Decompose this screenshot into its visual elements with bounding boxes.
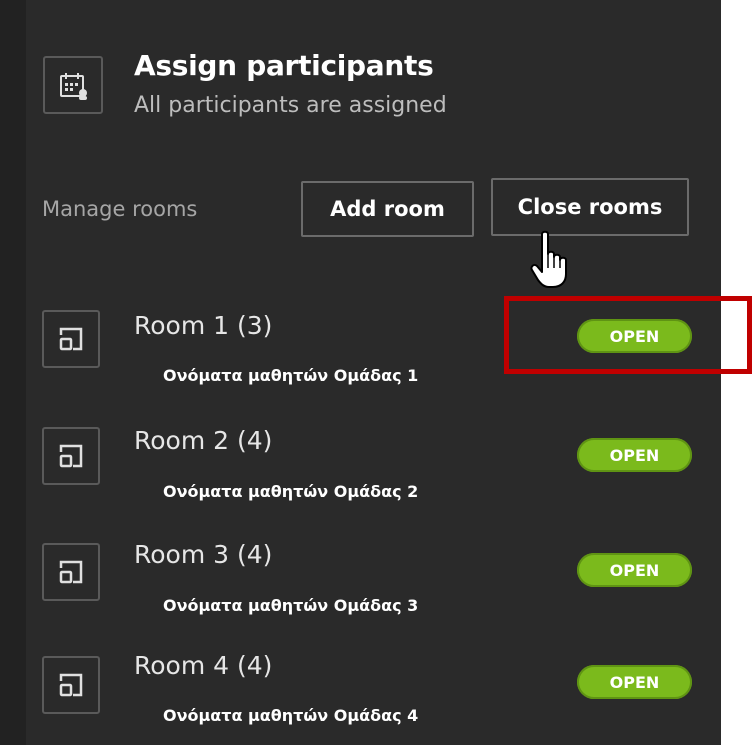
room-status-badge: OPEN <box>577 438 692 472</box>
panel-edge <box>0 0 26 745</box>
manage-rooms-label: Manage rooms <box>42 197 198 221</box>
add-room-button[interactable]: Add room <box>301 181 474 237</box>
room-status-badge: OPEN <box>577 665 692 699</box>
hand-pointer-cursor-icon <box>530 230 567 288</box>
highlight-annotation <box>504 296 752 374</box>
close-rooms-button[interactable]: Close rooms <box>491 178 689 236</box>
room-name: Room 1 (3) <box>134 311 273 340</box>
breakout-room-icon <box>42 427 100 485</box>
room-status-badge: OPEN <box>577 553 692 587</box>
room-name: Room 2 (4) <box>134 426 273 455</box>
room-row[interactable]: Room 4 (4) Ονόματα μαθητών Ομάδας 4 OPEN <box>0 0 721 725</box>
room-members: Ονόματα μαθητών Ομάδας 3 <box>163 596 419 615</box>
room-members: Ονόματα μαθητών Ομάδας 1 <box>163 366 419 385</box>
room-name: Room 3 (4) <box>134 540 273 569</box>
room-members: Ονόματα μαθητών Ομάδας 2 <box>163 482 419 501</box>
breakout-room-icon <box>42 656 100 714</box>
room-members: Ονόματα μαθητών Ομάδας 4 <box>163 706 419 725</box>
breakout-room-icon <box>42 310 100 368</box>
room-name: Room 4 (4) <box>134 651 273 680</box>
breakout-room-icon <box>42 543 100 601</box>
